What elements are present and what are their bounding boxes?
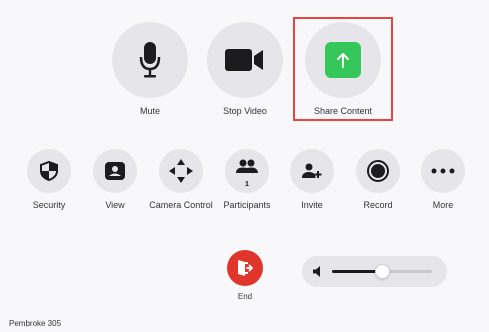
security-label: Security	[32, 200, 66, 210]
view-label: View	[105, 200, 125, 210]
share-content-circle[interactable]	[305, 22, 381, 98]
invite-button[interactable]: Invite	[277, 149, 347, 211]
directional-arrows-icon	[169, 159, 193, 183]
stop-video-circle[interactable]	[207, 22, 283, 98]
end-button[interactable]: End	[221, 250, 269, 301]
exit-door-icon	[238, 260, 253, 276]
speaker-icon	[313, 266, 320, 277]
add-person-icon	[302, 163, 322, 178]
view-button[interactable]: View	[80, 149, 150, 211]
more-label: More	[432, 200, 454, 210]
security-button[interactable]: Security	[14, 149, 84, 211]
record-icon	[367, 160, 389, 182]
microphone-icon	[139, 42, 161, 78]
share-content-button[interactable]: Share Content	[303, 22, 383, 116]
shield-icon	[40, 161, 58, 181]
volume-slider-track[interactable]	[332, 264, 432, 279]
record-circle[interactable]	[356, 149, 400, 193]
participant-count: 1	[245, 181, 249, 188]
invite-label: Invite	[301, 200, 323, 210]
invite-circle[interactable]	[290, 149, 334, 193]
view-person-icon	[105, 162, 125, 180]
stop-video-label: Stop Video	[223, 106, 267, 116]
participants-circle[interactable]: 1	[225, 149, 269, 193]
mute-button[interactable]: Mute	[110, 22, 190, 116]
security-circle[interactable]	[27, 149, 71, 193]
camera-control-label: Camera Control	[149, 200, 213, 210]
camera-control-circle[interactable]	[159, 149, 203, 193]
participants-icon	[236, 159, 258, 173]
share-arrow-icon	[337, 53, 349, 68]
video-camera-icon	[225, 49, 263, 71]
mute-circle[interactable]	[112, 22, 188, 98]
stop-video-button[interactable]: Stop Video	[205, 22, 285, 116]
record-button[interactable]: Record	[343, 149, 413, 211]
camera-control-button[interactable]: Camera Control	[146, 149, 216, 211]
room-name: Pembroke 305	[9, 319, 62, 328]
more-circle[interactable]	[421, 149, 465, 193]
volume-slider-knob[interactable]	[375, 264, 390, 279]
participants-label: Participants	[223, 200, 271, 210]
share-green-box	[325, 42, 361, 78]
ellipsis-icon	[431, 168, 455, 174]
record-label: Record	[363, 200, 393, 210]
volume-control[interactable]	[302, 256, 447, 287]
end-circle[interactable]	[227, 250, 263, 286]
share-content-label: Share Content	[313, 106, 373, 116]
participants-button[interactable]: 1 Participants	[212, 149, 282, 211]
end-label: End	[237, 292, 253, 301]
view-circle[interactable]	[93, 149, 137, 193]
more-button[interactable]: More	[408, 149, 478, 211]
mute-label: Mute	[139, 106, 160, 116]
